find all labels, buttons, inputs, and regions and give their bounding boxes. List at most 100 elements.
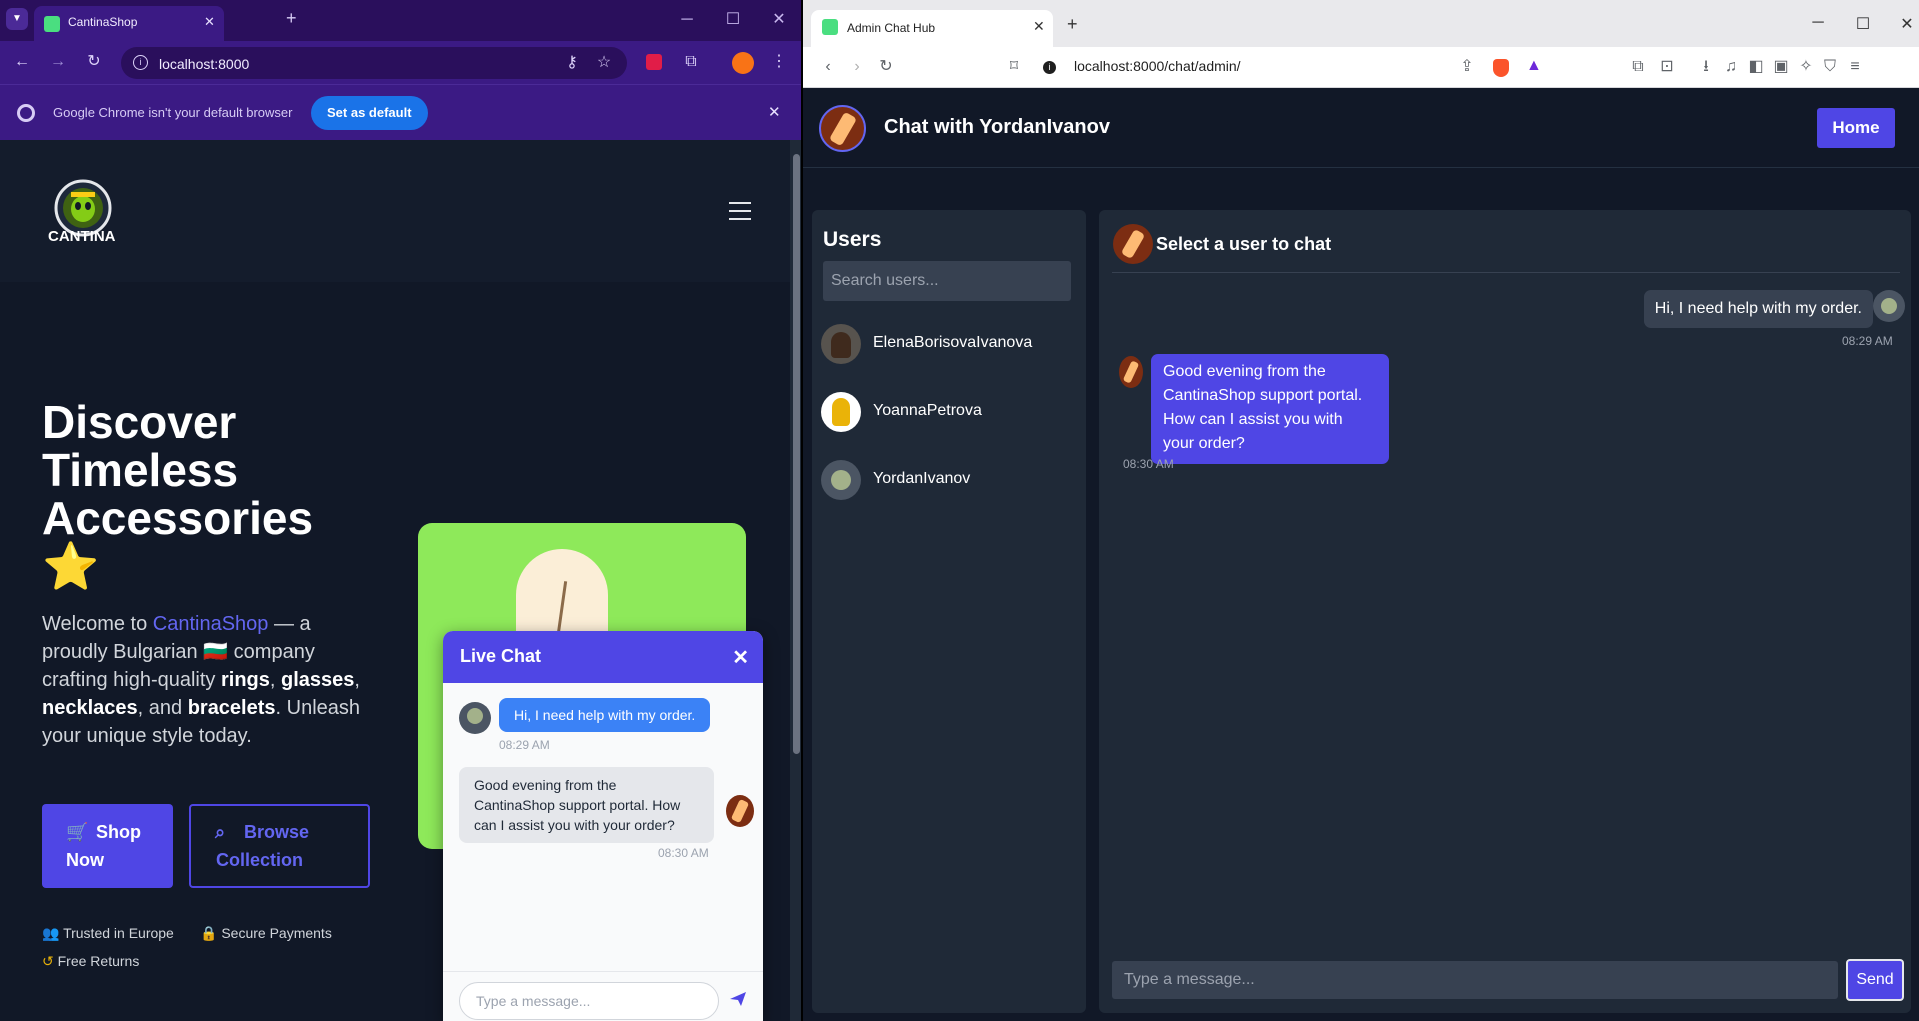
search-users-input[interactable] [823,261,1071,301]
search-icon: ⌕ [215,822,226,842]
extension-icon[interactable] [646,54,662,70]
new-tab-button[interactable]: + [1067,14,1078,35]
reload-icon[interactable]: ↻ [875,57,897,77]
profile-avatar[interactable] [732,52,754,74]
brand-name: CantinaShop [152,613,269,635]
user-name: YoannaPetrova [873,402,982,419]
trust-label: Trusted in Europe [63,925,174,941]
cantina-favicon [822,19,838,35]
extensions-puzzle-icon[interactable]: ⧉ [680,52,702,72]
chat-message-input[interactable] [1112,961,1838,999]
hero-description: Welcome to CantinaShop — a proudly Bulga… [42,610,362,750]
desc-text: , [269,669,282,691]
close-tab-icon[interactable]: ✕ [1033,18,1045,35]
home-button[interactable]: Home [1817,108,1895,148]
divider [1112,272,1900,273]
set-default-button[interactable]: Set as default [311,96,428,130]
user-item-yordan[interactable]: YordanIvanov [821,452,1075,508]
browse-label: Browse [244,822,310,842]
download-icon[interactable]: ⭳ [1695,57,1717,77]
user-item-elena[interactable]: ElenaBorisovaIvanova [821,316,1075,372]
chat-message-user: Hi, I need help with my order. [1643,290,1873,328]
user-avatar [459,702,491,734]
hamburger-menu-icon[interactable] [729,202,751,220]
menu-kebab-icon[interactable]: ⋮ [768,52,790,72]
user-avatar [821,460,861,500]
tab-search-icon[interactable]: ⊡ [1656,57,1678,77]
chat-panel: Select a user to chat Hi, I need help wi… [1099,210,1911,1013]
logo-text: CANTINA [48,228,116,245]
user-avatar [821,324,861,364]
tab-admin-chat-hub[interactable]: Admin Chat Hub ✕ [811,10,1053,47]
shop-now-button[interactable]: 🛒 Shop Now [42,804,173,888]
users-heading: Users [823,228,882,251]
trust-europe: 👥 Trusted in Europe [42,925,174,942]
live-chat-header: Live Chat ✕ [443,631,763,683]
message-time: 08:29 AM [1842,334,1893,348]
sidebar-icon[interactable]: ◧ [1745,57,1767,77]
extensions-puzzle-icon[interactable]: ⧉ [1627,57,1649,77]
close-window-button[interactable]: ✕ [1892,14,1919,34]
minimize-button[interactable]: ─ [1803,14,1833,32]
maximize-button[interactable]: ☐ [719,8,747,32]
site-info-icon[interactable]: i [133,55,148,70]
browse-collection-button[interactable]: ⌕ Browse Collection [189,804,370,888]
tab-search-button[interactable]: ▼ [6,8,28,30]
scrollbar-thumb[interactable] [793,154,800,754]
chat-message-support: Good evening from the CantinaShop suppor… [459,767,714,843]
hero-title-line: Accessories [42,492,314,544]
support-avatar [726,795,754,827]
desc-rings: rings [220,669,270,691]
desc-necklaces: necklaces [42,697,138,719]
maximize-button[interactable]: ☐ [1848,14,1878,34]
desc-text: , [354,669,360,691]
close-window-button[interactable]: ✕ [765,8,793,32]
new-tab-button[interactable]: + [286,8,297,29]
send-paper-plane-icon[interactable] [729,991,747,1012]
message-time: 08:30 AM [658,846,709,860]
forward-icon[interactable]: › [846,57,868,77]
address-text[interactable]: localhost:8000/chat/admin/ [1074,58,1241,74]
brave-rewards-icon[interactable]: ▲ [1526,57,1542,75]
close-infobar-icon[interactable]: ✕ [768,103,781,121]
chat-message-support: Good evening from the CantinaShop suppor… [1151,354,1389,464]
chat-message-input[interactable] [459,982,719,1020]
tab-title: Admin Chat Hub [847,21,936,35]
star-bookmark-icon[interactable]: ☆ [593,53,615,73]
menu-hamburger-icon[interactable]: ≡ [1844,57,1866,77]
brave-shields-icon[interactable] [1493,59,1509,77]
vpn-shield-icon[interactable]: ⛉ [1819,57,1841,77]
close-chat-icon[interactable]: ✕ [732,645,749,670]
cantina-logo[interactable]: CANTINA [47,178,119,250]
tab-cantinashop[interactable]: CantinaShop ✕ [34,6,224,41]
user-item-yoanna[interactable]: YoannaPetrova [821,384,1075,440]
wallet-icon[interactable]: ▣ [1770,57,1792,77]
chat-message-user: Hi, I need help with my order. [499,698,711,732]
close-tab-icon[interactable]: ✕ [204,14,215,30]
minimize-button[interactable]: ─ [673,8,701,32]
desc-glasses: glasses [281,669,355,691]
forward-icon[interactable]: → [47,52,69,72]
back-icon[interactable]: ← [11,52,33,72]
admin-avatar [1113,224,1153,264]
bookmark-icon[interactable]: ⌑ [1003,57,1025,77]
infobar-text: Google Chrome isn't your default browser [53,105,293,120]
desc-bracelets: bracelets [187,697,276,719]
media-icon[interactable]: ♫ [1720,57,1742,77]
send-button[interactable]: Send [1846,959,1904,1001]
tab-strip: ▼ CantinaShop ✕ + ─ ☐ ✕ [0,0,803,41]
divider [443,971,763,972]
toolbar: ‹ › ↻ ⌑ i localhost:8000/chat/admin/ ⇪ ▲… [803,47,1919,88]
site-info-icon[interactable]: i [1043,61,1056,74]
hero-title-line: Discover [42,396,237,448]
back-icon[interactable]: ‹ [817,57,839,77]
hero-title: Discover Timeless Accessories ⭐ [42,398,372,590]
address-bar[interactable]: i localhost:8000 ⚷ ☆ [121,47,627,79]
key-icon[interactable]: ⚷ [561,53,583,73]
user-avatar [1873,290,1905,322]
leo-ai-icon[interactable]: ✧ [1795,57,1817,77]
address-text: localhost:8000 [159,56,250,72]
reload-icon[interactable]: ↻ [83,52,105,72]
users-icon: 👥 [42,925,60,941]
share-icon[interactable]: ⇪ [1456,57,1478,77]
